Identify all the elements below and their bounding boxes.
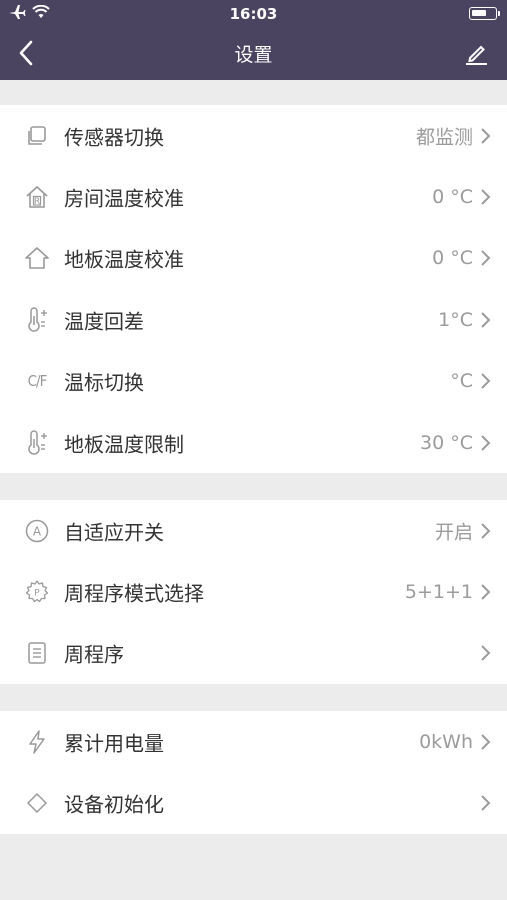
cf-icon: C/F [24,368,50,394]
chevron-right-icon [481,127,491,144]
sensor-switch-row[interactable]: 传感器切换 都监测 [0,105,507,166]
chevron-right-icon [481,522,491,539]
top-bar: 16:03 设置 [0,0,507,80]
lightning-icon [24,729,50,755]
week-program-mode-value: 5+1+1 [404,581,473,604]
settings-group-program: A 自适应开关 开启 P 周程序模式选择 5+1+1 周程序 [0,500,507,685]
power-usage-row[interactable]: 累计用电量 0kWh [0,711,507,772]
gear-p-icon: P [24,579,50,605]
week-program-row[interactable]: 周程序 [0,623,507,684]
floor-temp-calibration-label: 地板温度校准 [64,247,184,272]
room-temp-calibration-label: 房间温度校准 [64,186,184,211]
adaptive-switch-row[interactable]: A 自适应开关 开启 [0,500,507,561]
home-r-icon: R [24,184,50,210]
temp-hysteresis-value: 1°C [438,308,473,331]
sensor-switch-value: 都监测 [415,126,473,149]
circle-a-icon: A [24,518,50,544]
nav-bar: 设置 [0,28,507,80]
chevron-right-icon [481,250,491,267]
temp-unit-value: °C [450,370,473,393]
adaptive-switch-label: 自适应开关 [64,520,164,545]
device-reset-row[interactable]: 设备初始化 [0,772,507,833]
settings-group-sensor: 传感器切换 都监测 R 房间温度校准 0 °C 地板温度校准 0 °C 温度回差… [0,105,507,474]
chevron-right-icon [481,373,491,389]
svg-text:P: P [34,589,40,599]
week-program-label: 周程序 [64,642,124,667]
temp-unit-row[interactable]: C/F 温标切换 °C [0,351,507,412]
battery-icon [469,7,500,20]
temp-hysteresis-row[interactable]: 温度回差 1°C [0,289,507,350]
week-program-mode-label: 周程序模式选择 [64,581,204,606]
edit-button[interactable] [463,40,489,66]
settings-group-device: 累计用电量 0kWh 设备初始化 [0,711,507,834]
list-icon [24,640,50,666]
page-title: 设置 [234,44,273,66]
room-temp-calibration-row[interactable]: R 房间温度校准 0 °C [0,166,507,227]
chevron-right-icon [481,312,491,328]
home-icon [24,245,50,271]
chevron-right-icon [481,645,491,662]
room-temp-calibration-value: 0 °C [432,186,473,209]
diamond-icon [24,790,50,816]
thermometer-plus-icon [24,307,50,333]
week-program-mode-row[interactable]: P 周程序模式选择 5+1+1 [0,561,507,622]
power-usage-value: 0kWh [419,730,473,753]
floor-temp-limit-value: 30 °C [420,431,473,454]
chevron-right-icon [481,795,491,811]
floor-temp-calibration-value: 0 °C [432,247,473,270]
sensor-switch-label: 传感器切换 [64,125,164,150]
device-reset-label: 设备初始化 [64,792,164,817]
copy-icon [24,123,50,149]
temp-hysteresis-label: 温度回差 [64,309,144,334]
floor-temp-limit-label: 地板温度限制 [64,432,184,457]
chevron-right-icon [481,733,491,750]
chevron-right-icon [481,584,491,600]
status-bar: 16:03 [0,0,507,28]
temp-unit-label: 温标切换 [64,370,144,395]
adaptive-switch-value: 开启 [434,521,473,544]
floor-temp-calibration-row[interactable]: 地板温度校准 0 °C [0,228,507,289]
chevron-right-icon [481,434,491,451]
power-usage-label: 累计用电量 [64,731,164,756]
chevron-right-icon [481,189,491,205]
floor-temp-limit-row[interactable]: 地板温度限制 30 °C [0,412,507,473]
svg-text:A: A [33,524,42,538]
thermometer-plus-icon [24,429,50,456]
status-time: 16:03 [229,5,278,23]
cf-icon-text: C/F [27,372,48,391]
